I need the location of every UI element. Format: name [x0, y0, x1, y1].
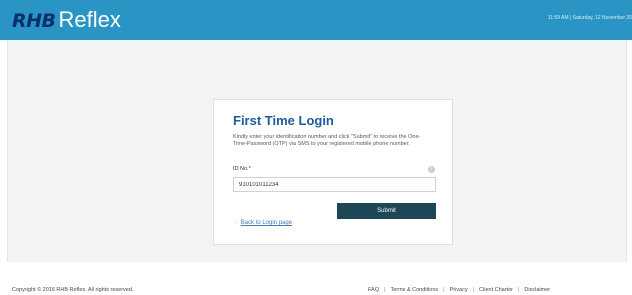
footer-separator: | [384, 287, 386, 293]
footer-separator: | [443, 287, 445, 293]
footer-links: FAQ | Terms & Conditions | Privacy | Cli… [368, 287, 550, 293]
footer-separator: | [517, 287, 520, 293]
main-content: First Time Login Kindly enter your ident… [7, 40, 627, 262]
footer-link-client-charter[interactable]: Client Charter [479, 287, 513, 293]
header-datetime: 11:59 AM | Saturday, 12 November 20 [547, 15, 632, 21]
back-link-label[interactable]: Back to Login page [241, 220, 292, 226]
header-bar: RHB Reflex 11:59 AM | Saturday, 12 Novem… [0, 0, 632, 40]
info-icon[interactable]: i [428, 166, 435, 173]
id-number-input[interactable] [233, 177, 436, 192]
id-number-label: ID No.* [233, 166, 251, 172]
rhb-reflex-logo[interactable]: RHB Reflex [12, 7, 121, 32]
chevron-right-icon: › [235, 220, 237, 226]
footer-link-disclaimer[interactable]: Disclaimer [524, 287, 550, 293]
logo-mark: RHB [12, 10, 56, 32]
footer-separator: | [472, 287, 475, 293]
page-title: First Time Login [233, 113, 334, 128]
footer-link-privacy[interactable]: Privacy [450, 287, 468, 293]
submit-button[interactable]: Submit [337, 203, 436, 219]
login-card: First Time Login Kindly enter your ident… [213, 99, 453, 245]
logo-text: Reflex [58, 7, 121, 32]
footer-link-faq[interactable]: FAQ [368, 287, 379, 293]
copyright-text: Copyright © 2016 RHB Reflex. All rights … [12, 287, 134, 293]
back-to-login-link[interactable]: › Back to Login page [235, 220, 292, 226]
footer: Copyright © 2016 RHB Reflex. All rights … [0, 284, 632, 295]
footer-link-terms[interactable]: Terms & Conditions [390, 287, 438, 293]
instruction-text: Kindly enter your identification number … [233, 134, 421, 147]
